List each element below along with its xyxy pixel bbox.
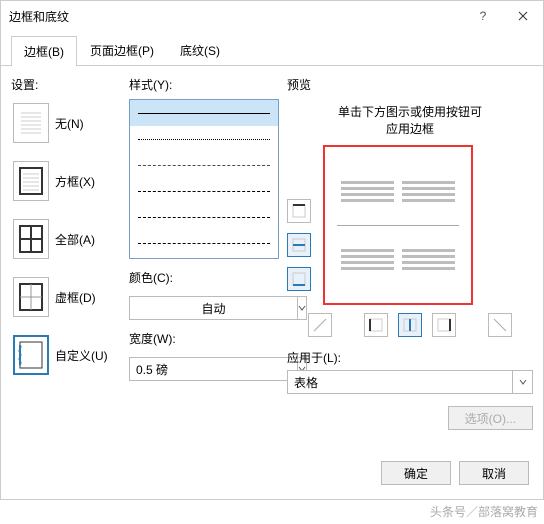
width-combo[interactable] <box>129 357 279 381</box>
titlebar: 边框和底纹 ? <box>1 1 543 31</box>
setting-custom-label: 自定义(U) <box>55 347 108 364</box>
apply-label: 应用于(L): <box>287 349 533 366</box>
help-icon: ? <box>480 9 487 23</box>
setting-none-label: 无(N) <box>55 115 84 132</box>
dialog-title: 边框和底纹 <box>9 8 69 25</box>
color-input[interactable] <box>129 296 298 320</box>
width-label: 宽度(W): <box>129 330 279 347</box>
edge-diag2-button[interactable] <box>488 313 512 337</box>
borders-shading-dialog: 边框和底纹 ? 边框(B) 页面边框(P) 底纹(S) 设置: 无(N) <box>0 0 544 500</box>
close-button[interactable] <box>503 1 543 31</box>
close-icon <box>518 11 528 21</box>
settings-label: 设置: <box>11 76 121 93</box>
setting-box[interactable]: 方框(X) <box>11 157 121 205</box>
setting-grid[interactable]: 虚框(D) <box>11 273 121 321</box>
setting-box-label: 方框(X) <box>55 173 95 190</box>
grid-icon <box>13 277 49 317</box>
edge-right-button[interactable] <box>432 313 456 337</box>
cancel-button[interactable]: 取消 <box>459 461 529 485</box>
apply-combo[interactable]: 表格 <box>287 370 533 394</box>
style-dotted[interactable] <box>130 126 278 152</box>
edge-vmiddle-button[interactable] <box>398 313 422 337</box>
tabs: 边框(B) 页面边框(P) 底纹(S) <box>1 35 543 66</box>
preview-label: 预览 <box>287 76 533 93</box>
style-dash-dot-dot[interactable] <box>130 230 278 256</box>
setting-grid-label: 虚框(D) <box>55 289 96 306</box>
setting-all-label: 全部(A) <box>55 231 95 248</box>
preview-box <box>323 145 473 305</box>
tab-border[interactable]: 边框(B) <box>11 36 77 66</box>
edge-left-button[interactable] <box>364 313 388 337</box>
tab-page-border[interactable]: 页面边框(P) <box>77 35 167 65</box>
style-list[interactable] <box>129 99 279 259</box>
setting-all[interactable]: 全部(A) <box>11 215 121 263</box>
color-combo[interactable] <box>129 296 279 320</box>
custom-icon <box>13 335 49 375</box>
width-input[interactable] <box>129 357 298 381</box>
style-label: 样式(Y): <box>129 76 279 93</box>
all-icon <box>13 219 49 259</box>
options-button: 选项(O)... <box>448 406 533 430</box>
ok-button[interactable]: 确定 <box>381 461 451 485</box>
edge-top-button[interactable] <box>287 199 311 223</box>
watermark: 头条号／部落窝教育 <box>430 503 538 520</box>
edge-diag1-button[interactable] <box>308 313 332 337</box>
none-icon <box>13 103 49 143</box>
box-icon <box>13 161 49 201</box>
style-dash-sparse[interactable] <box>130 152 278 178</box>
tab-shading[interactable]: 底纹(S) <box>167 35 233 65</box>
edge-bottom-button[interactable] <box>287 267 311 291</box>
color-label: 颜色(C): <box>129 269 279 286</box>
style-solid[interactable] <box>130 100 278 126</box>
style-dashed[interactable] <box>130 178 278 204</box>
style-dash-dot[interactable] <box>130 204 278 230</box>
chevron-down-icon <box>519 378 527 386</box>
apply-value[interactable]: 表格 <box>287 370 513 394</box>
setting-custom[interactable]: 自定义(U) <box>11 331 121 379</box>
preview-hint: 单击下方图示或使用按钮可 应用边框 <box>287 103 533 137</box>
edge-hmiddle-button[interactable] <box>287 233 311 257</box>
apply-dropdown-button[interactable] <box>513 370 533 394</box>
setting-none[interactable]: 无(N) <box>11 99 121 147</box>
help-button[interactable]: ? <box>463 1 503 31</box>
